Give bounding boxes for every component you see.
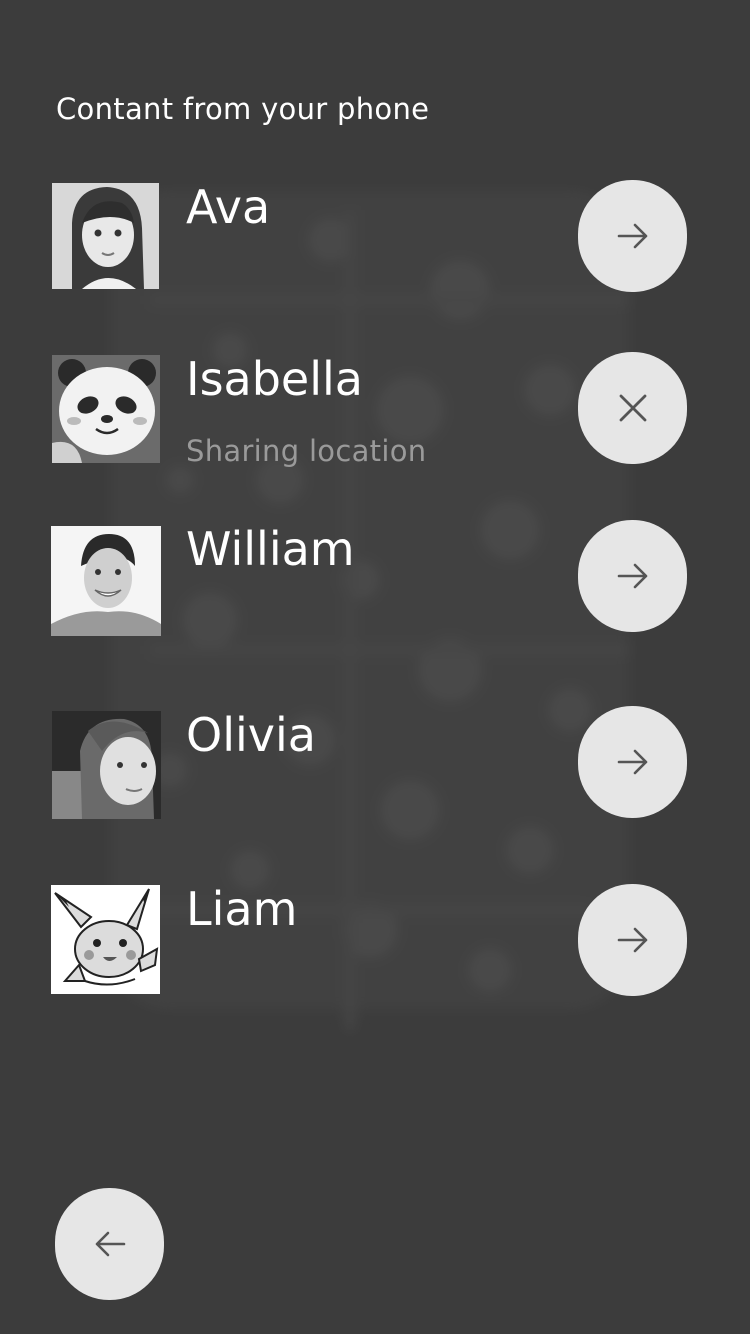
arrow-right-icon bbox=[617, 223, 647, 249]
open-contact-liam-button[interactable] bbox=[578, 884, 687, 996]
contact-row-isabella: Isabella Sharing location bbox=[0, 352, 750, 468]
open-contact-ava-button[interactable] bbox=[578, 180, 687, 292]
stop-sharing-isabella-button[interactable] bbox=[578, 352, 687, 464]
contact-name: Olivia bbox=[186, 708, 316, 762]
open-contact-william-button[interactable] bbox=[578, 520, 687, 632]
contact-row-liam: Liam bbox=[0, 884, 750, 996]
contact-name: William bbox=[186, 522, 355, 576]
contact-row-william: William bbox=[0, 520, 750, 636]
close-icon bbox=[619, 394, 646, 422]
arrow-right-icon bbox=[617, 927, 647, 953]
open-contact-olivia-button[interactable] bbox=[578, 706, 687, 818]
status-text: Sharing location bbox=[186, 434, 427, 468]
avatar-girl-photo-icon bbox=[52, 183, 159, 289]
avatar-man-photo-icon bbox=[51, 526, 161, 636]
arrow-right-icon bbox=[617, 749, 647, 775]
contact-name: Ava bbox=[186, 180, 271, 234]
back-button[interactable] bbox=[55, 1188, 164, 1300]
contact-row-olivia: Olivia bbox=[0, 706, 750, 819]
page-title: Contant from your phone bbox=[56, 92, 430, 126]
avatar-panda-illustration-icon bbox=[52, 355, 160, 463]
contact-name: Liam bbox=[186, 882, 298, 936]
arrow-left-icon bbox=[95, 1231, 125, 1257]
avatar-pikachu-illustration-icon bbox=[51, 885, 160, 994]
contact-row-ava: Ava bbox=[0, 180, 750, 292]
avatar-woman-photo-icon bbox=[52, 711, 161, 819]
arrow-right-icon bbox=[617, 563, 647, 589]
contact-name: Isabella bbox=[186, 352, 363, 406]
